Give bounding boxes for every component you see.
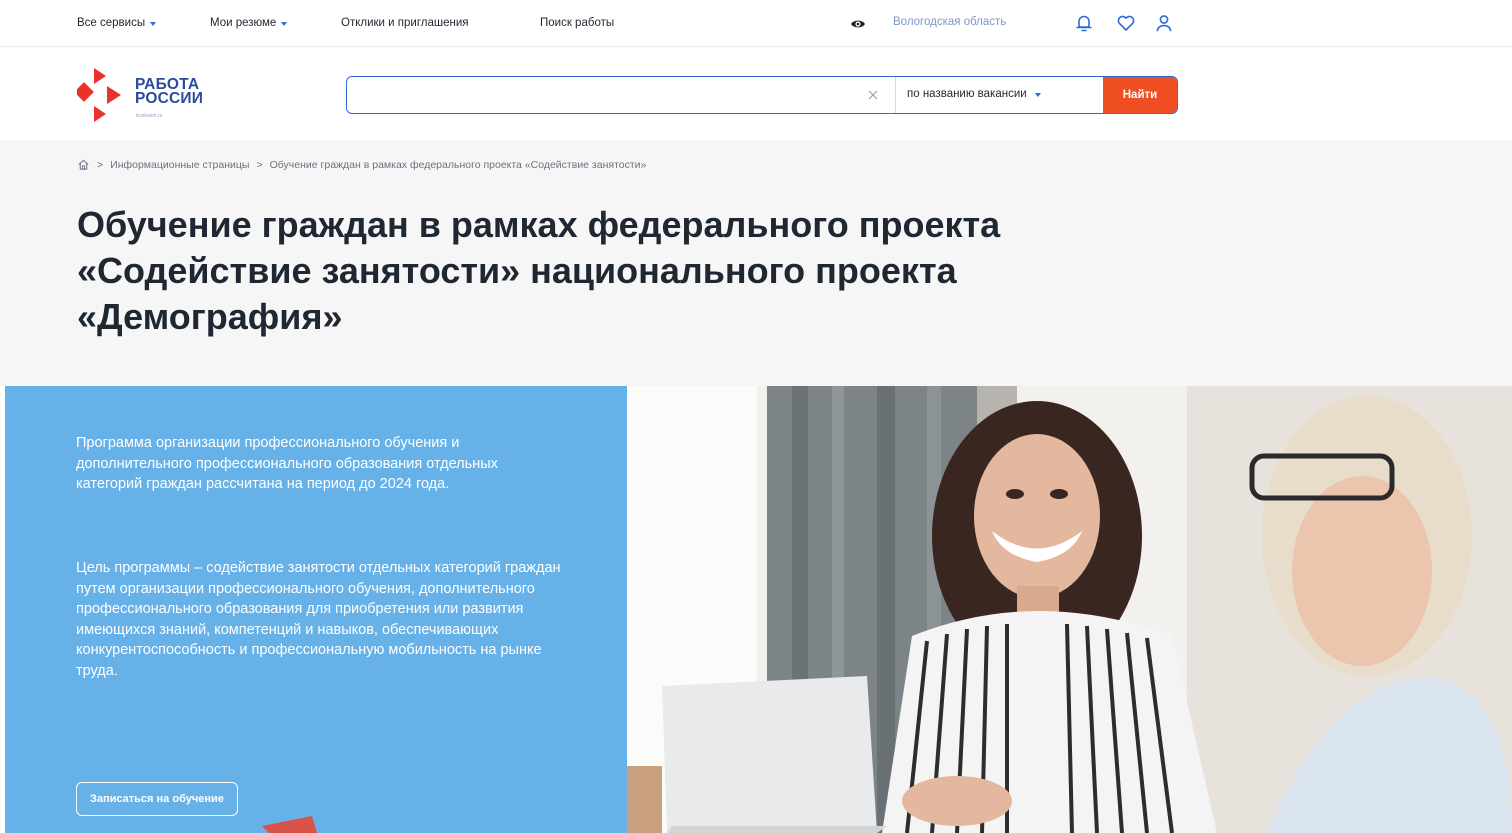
breadcrumb-separator: >: [256, 158, 263, 171]
chevron-down-icon: [1034, 92, 1041, 97]
hero-section: Программа организации профессионального …: [0, 386, 1512, 833]
close-icon[interactable]: [865, 87, 881, 103]
region-selector[interactable]: Вологодская область: [893, 16, 1006, 28]
hero-paragraph-1: Программа организации профессионального …: [76, 435, 498, 492]
page-header-band: > Информационные страницы > Обучение гра…: [0, 140, 1512, 386]
chevron-down-icon: [281, 21, 288, 26]
search-divider: [895, 77, 896, 113]
hero-photo: [627, 386, 1512, 833]
logo-line-2: РОССИИ: [135, 90, 204, 107]
all-services-menu[interactable]: Все сервисы: [77, 17, 157, 29]
breadcrumb-current[interactable]: Обучение граждан в рамках федерального п…: [270, 159, 647, 171]
bell-icon[interactable]: [1073, 12, 1095, 34]
enroll-button[interactable]: Записаться на обучение: [76, 782, 238, 816]
user-icon[interactable]: [1153, 12, 1175, 34]
my-resumes-label: Мои резюме: [210, 17, 277, 29]
logo-icon[interactable]: [77, 68, 137, 122]
job-search-link[interactable]: Поиск работы: [540, 17, 614, 29]
search-mode-dropdown[interactable]: по названию вакансии: [907, 88, 1041, 100]
search-mode-label: по названию вакансии: [907, 88, 1027, 100]
logo-title[interactable]: РАБОТА РОССИИ: [135, 77, 204, 107]
responses-label: Отклики и приглашения: [341, 17, 469, 29]
search-button[interactable]: Найти: [1103, 77, 1177, 113]
heart-icon[interactable]: [1115, 12, 1137, 34]
pointer-arrow-icon: [262, 816, 318, 833]
breadcrumb-separator: >: [97, 158, 104, 171]
responses-link[interactable]: Отклики и приглашения: [341, 17, 469, 29]
top-navigation: Все сервисы Мои резюме Отклики и приглаш…: [0, 0, 1512, 47]
my-resumes-menu[interactable]: Мои резюме: [210, 17, 288, 29]
site-header: РАБОТА РОССИИ trudvsem.ru по названию ва…: [0, 48, 1512, 140]
search-bar: по названию вакансии Найти: [346, 76, 1178, 114]
hero-info-panel: Программа организации профессионального …: [5, 386, 627, 833]
page-title: Обучение граждан в рамках федерального п…: [77, 204, 1001, 337]
logo-subtitle: trudvsem.ru: [136, 113, 163, 119]
breadcrumb-info-pages[interactable]: Информационные страницы: [110, 159, 249, 171]
eye-icon[interactable]: [850, 16, 866, 32]
hero-paragraph-2: Цель программы – содействие занятости от…: [76, 560, 561, 679]
job-search-label: Поиск работы: [540, 17, 615, 29]
home-icon[interactable]: [77, 158, 90, 171]
search-input[interactable]: [347, 77, 857, 113]
all-services-label: Все сервисы: [77, 17, 146, 29]
chevron-down-icon: [150, 21, 157, 26]
breadcrumb: > Информационные страницы > Обучение гра…: [77, 158, 646, 171]
